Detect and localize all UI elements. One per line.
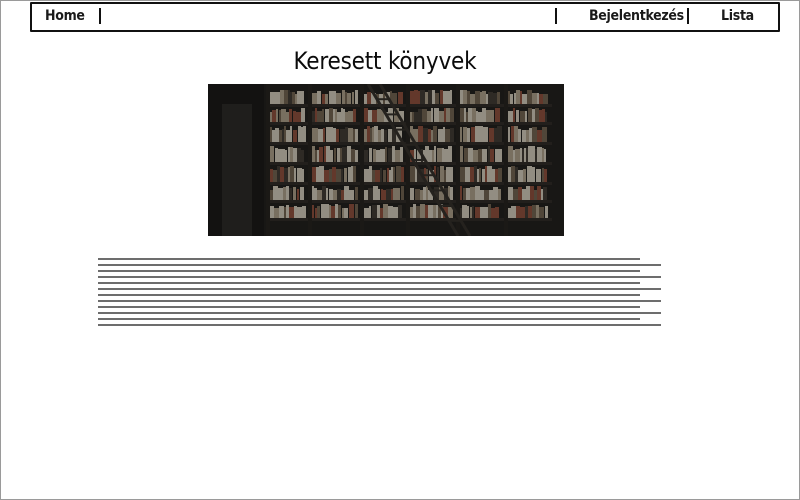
result-row-divider: [98, 258, 640, 260]
nav-separator: [555, 8, 557, 24]
result-row-divider: [98, 270, 640, 272]
nav-separator: [99, 8, 101, 24]
result-row-divider: [98, 294, 640, 296]
nav-separator: [687, 8, 689, 24]
page-title: Keresett könyvek: [293, 47, 477, 75]
result-row-divider: [98, 288, 661, 290]
result-row-divider: [98, 300, 661, 302]
nav-list-link[interactable]: Lista: [721, 4, 754, 30]
result-row-divider: [98, 276, 661, 278]
result-row-divider: [98, 318, 640, 320]
page-frame: [0, 0, 800, 500]
nav-login-link[interactable]: Bejelentkezés: [589, 4, 684, 30]
result-row-divider: [98, 312, 661, 314]
bookshelves-illustration: [208, 84, 564, 236]
nav-home-link[interactable]: Home: [45, 4, 85, 30]
result-row-divider: [98, 282, 640, 284]
result-row-divider: [98, 264, 661, 266]
top-navbar: Home Bejelentkezés Lista: [30, 2, 780, 32]
result-row-divider: [98, 306, 640, 308]
search-results-list: [98, 258, 662, 328]
image-overlay: [208, 84, 564, 236]
result-row-divider: [98, 324, 661, 326]
library-image: [208, 84, 564, 236]
